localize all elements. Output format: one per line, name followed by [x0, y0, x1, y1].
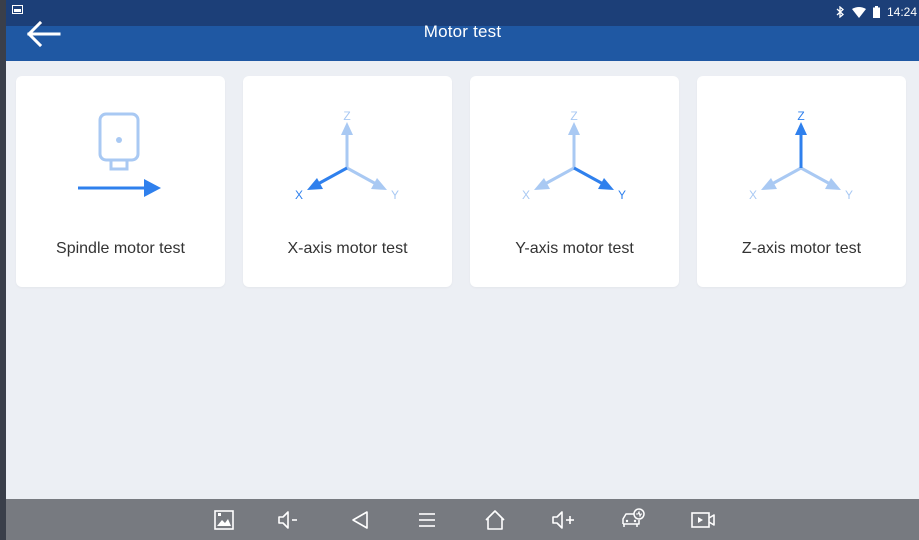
status-right: 14:24 [836, 5, 917, 19]
vehicle-diagnostic-icon [622, 508, 645, 527]
axis-letter-x: X [522, 188, 530, 202]
axis-letter-y: Y [845, 188, 853, 202]
volume-down-icon [278, 511, 297, 529]
app-bar: Motor test [6, 21, 919, 61]
menu-nav-button[interactable] [414, 507, 440, 533]
vehicle-diagnostic-button[interactable] [620, 507, 646, 533]
spindle-motor-test-card[interactable]: Spindle motor test [16, 76, 225, 287]
screen: 14:24 Motor test Spindle motor test Z X … [6, 0, 919, 540]
home-nav-button[interactable] [482, 507, 508, 533]
spindle-motor-icon [16, 76, 225, 226]
menu-icon [419, 513, 435, 527]
screen-record-icon [691, 512, 715, 528]
status-time: 14:24 [886, 5, 917, 19]
gallery-notification-icon [12, 5, 23, 14]
card-label: Y-axis motor test [515, 240, 634, 257]
screenshot-button[interactable] [211, 507, 237, 533]
battery-icon [872, 6, 880, 18]
axis-letter-z: Z [343, 109, 350, 123]
axis-letter-y: Y [391, 188, 399, 202]
page-title: Motor test [423, 22, 502, 41]
y-axis-icon: Z X Y [470, 76, 679, 226]
z-axis-icon: Z X Y [697, 76, 906, 226]
axis-letter-z: Z [570, 109, 577, 123]
system-nav-bar [6, 499, 919, 540]
back-triangle-icon [352, 511, 368, 529]
screenshot-icon [214, 510, 234, 530]
x-axis-motor-test-card[interactable]: Z X Y X-axis motor test [243, 76, 452, 287]
volume-up-button[interactable] [551, 507, 577, 533]
y-axis-motor-test-card[interactable]: Z X Y Y-axis motor test [470, 76, 679, 287]
axis-letter-x: X [295, 188, 303, 202]
back-nav-button[interactable] [347, 507, 373, 533]
home-icon [485, 510, 505, 530]
wifi-icon [851, 6, 866, 18]
bluetooth-icon [836, 6, 845, 18]
z-axis-motor-test-card[interactable]: Z X Y Z-axis motor test [697, 76, 906, 287]
volume-up-icon [552, 511, 574, 529]
axis-letter-z: Z [797, 109, 804, 123]
volume-down-button[interactable] [276, 507, 302, 533]
x-axis-icon: Z X Y [243, 76, 452, 226]
axis-letter-x: X [749, 188, 757, 202]
card-label: Spindle motor test [56, 240, 185, 257]
axis-letter-y: Y [618, 188, 626, 202]
card-label: X-axis motor test [287, 240, 408, 257]
card-label: Z-axis motor test [741, 240, 862, 257]
screen-record-button[interactable] [690, 507, 716, 533]
